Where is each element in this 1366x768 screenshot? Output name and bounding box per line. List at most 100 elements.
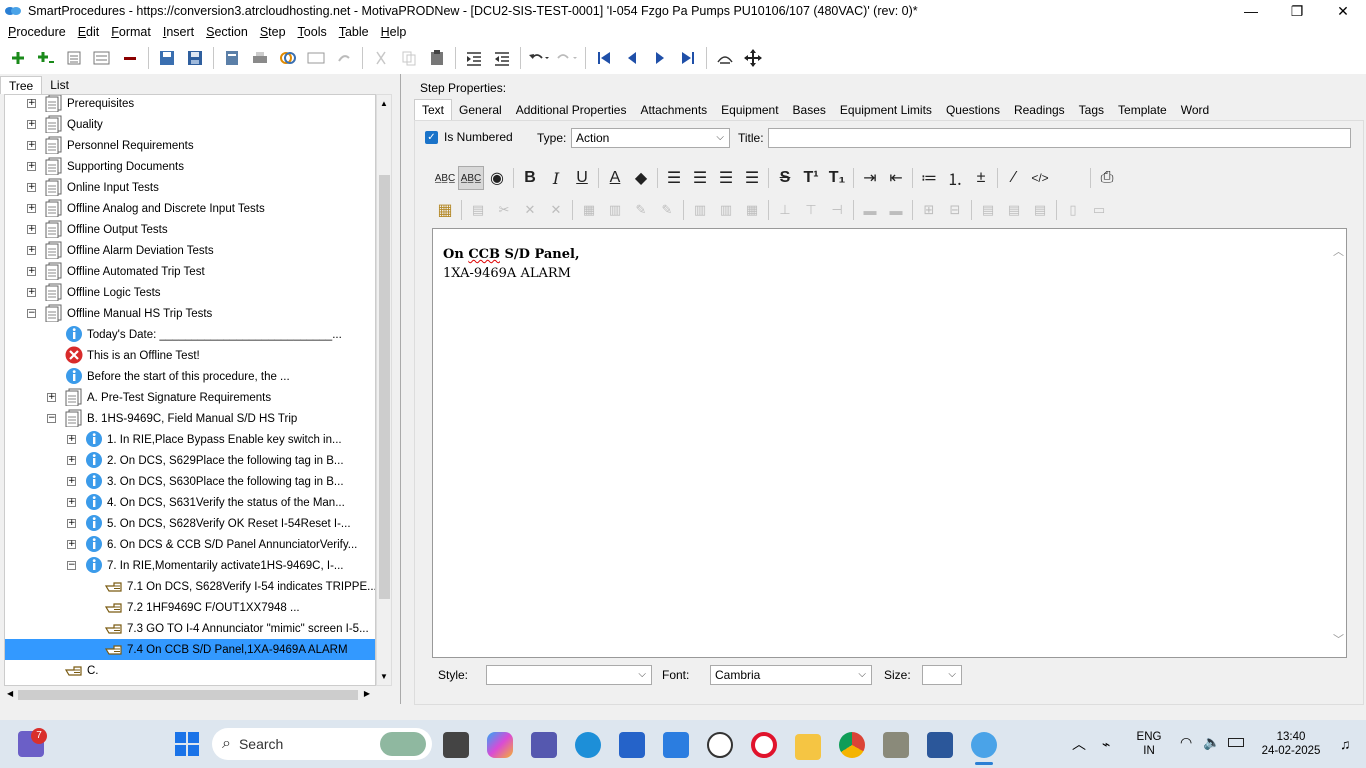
chrome-icon[interactable] [839,732,865,758]
editor-scroll-down-icon[interactable]: ﹀ [1333,631,1344,647]
tab-bases[interactable]: Bases [786,100,833,120]
cell-pencil-icon[interactable]: ✎ [628,198,654,222]
expand-icon[interactable]: + [67,540,76,549]
expand-icon[interactable]: + [27,288,36,297]
first-icon[interactable] [593,47,615,69]
expand-icon[interactable]: + [27,225,36,234]
tree-item[interactable]: + Offline Automated Trip Test [5,261,375,282]
tree-item[interactable]: + Offline Alarm Deviation Tests [5,240,375,261]
remote-desktop-icon[interactable] [883,732,909,758]
link-icon[interactable] [277,47,299,69]
add-child-icon[interactable] [35,47,57,69]
cell-icon[interactable]: ▦ [576,198,602,222]
tab-general[interactable]: General [452,100,509,120]
style-select[interactable]: ⌵ [486,665,652,685]
tree-item[interactable]: 7.2 1HF9469C F/OUT1XX7948 ... [5,597,375,618]
merge-cell-icon[interactable]: ▬ [883,198,909,222]
minimize-button[interactable]: — [1228,0,1274,22]
menu-table[interactable]: Table [335,25,373,39]
store-icon[interactable] [619,732,645,758]
tree-item[interactable]: + Online Input Tests [5,177,375,198]
expand-icon[interactable]: + [67,477,76,486]
tree-item[interactable]: + Offline Logic Tests [5,282,375,303]
clock[interactable]: 13:40 24-02-2025 [1252,730,1330,758]
publish-icon[interactable] [221,47,243,69]
tree-item[interactable]: − 7. In RIE,Momentarily activate1HS-9469C… [5,555,375,576]
expand-icon[interactable]: + [27,267,36,276]
expand-icon[interactable]: + [67,519,76,528]
chevron-up-icon[interactable]: ︿ [1072,734,1086,754]
paste-icon[interactable] [426,47,448,69]
tree-item[interactable]: This is an Offline Test! [5,345,375,366]
tree-item[interactable]: +5. On DCS, S628Verify OK Reset I-54Rese… [5,513,375,534]
word-icon[interactable] [927,732,953,758]
cut-icon[interactable] [370,47,392,69]
tab-template[interactable]: Template [1111,100,1174,120]
expand-icon[interactable]: + [47,393,56,402]
move-icon[interactable] [742,47,764,69]
font-select[interactable]: Cambria ⌵ [710,665,872,685]
menu-format[interactable]: Format [107,25,155,39]
subscript-icon[interactable]: T₁ [824,166,850,190]
smartprocedures-taskbar-icon[interactable] [971,732,997,758]
is-numbered-checkbox[interactable]: ✓ Is Numbered [425,130,513,144]
cell-edit-icon[interactable]: ▥ [602,198,628,222]
align-left-icon[interactable]: ☰ [661,166,687,190]
indent-decrease-icon[interactable]: ⇤ [883,166,909,190]
align-center-icon[interactable]: ☰ [687,166,713,190]
tree-item[interactable]: + Personnel Requirements [5,135,375,156]
tab-attachments[interactable]: Attachments [633,100,714,120]
tree-item[interactable]: +1. In RIE,Place Bypass Enable key switc… [5,429,375,450]
print-icon[interactable]: ⎙ [1094,166,1120,190]
row-above-icon[interactable]: ⊥ [772,198,798,222]
scrollbar-thumb[interactable] [18,690,358,700]
collapse-icon[interactable]: − [27,309,36,318]
folder-icon[interactable] [795,734,821,760]
tree-item[interactable]: + Quality [5,114,375,135]
underline-icon[interactable]: U [569,166,595,190]
volume-icon[interactable]: 🔈 [1203,734,1220,751]
spellcheck-auto-icon[interactable]: A̲B̲C̲ [458,166,484,190]
tab-tree[interactable]: Tree [0,76,43,94]
taskbar-search[interactable]: ⌕ Search [212,728,432,760]
tree-item[interactable]: Today's Date: __________________________… [5,324,375,345]
tab-tags[interactable]: Tags [1072,100,1111,120]
opera-icon[interactable] [751,732,777,758]
tree-item[interactable]: +4. On DCS, S631Verify the status of the… [5,492,375,513]
tree-item[interactable]: + Supporting Documents [5,156,375,177]
align-top-icon[interactable]: ▤ [975,198,1001,222]
copy-icon[interactable] [398,47,420,69]
tree-item[interactable]: Before the start of this procedure, the … [5,366,375,387]
title-input[interactable] [768,128,1351,148]
tree-item[interactable]: + Prerequisites [5,95,375,114]
outdent-icon[interactable] [491,47,513,69]
tree-item[interactable]: − B. 1HS-9469C, Field Manual S/D HS Trip [5,408,375,429]
menu-help[interactable]: Help [377,25,411,39]
scroll-left-icon[interactable]: ◀ [7,689,13,698]
outline-icon[interactable] [91,47,113,69]
print-icon[interactable] [249,47,271,69]
numbered-list-icon[interactable]: ⒈ [942,166,968,190]
panel-splitter[interactable] [400,74,406,704]
record-icon[interactable]: ◉ [484,166,510,190]
tree-vertical-scrollbar[interactable]: ▲ ▼ [376,94,392,686]
power-automate-icon[interactable] [663,732,689,758]
save-all-icon[interactable] [156,47,178,69]
previous-icon[interactable] [621,47,643,69]
indent-icon[interactable] [463,47,485,69]
tree-item[interactable]: + A. Pre-Test Signature Requirements [5,387,375,408]
wifi-icon[interactable]: ◠ [1180,734,1192,751]
tab-questions[interactable]: Questions [939,100,1007,120]
expand-icon[interactable]: + [27,183,36,192]
collapse-icon[interactable]: − [67,561,76,570]
tree-item[interactable]: C. [5,660,375,681]
next-icon[interactable] [649,47,671,69]
save-icon[interactable] [184,47,206,69]
tab-equipment[interactable]: Equipment [714,100,785,120]
tree-item[interactable]: − Offline Manual HS Trip Tests [5,303,375,324]
tree-item[interactable]: 7.1 On DCS, S628Verify I-54 indicates TR… [5,576,375,597]
menu-step[interactable]: Step [256,25,290,39]
file-explorer-dark-icon[interactable] [443,732,469,758]
redo-icon[interactable] [556,47,578,69]
scroll-right-icon[interactable]: ▶ [364,689,370,698]
